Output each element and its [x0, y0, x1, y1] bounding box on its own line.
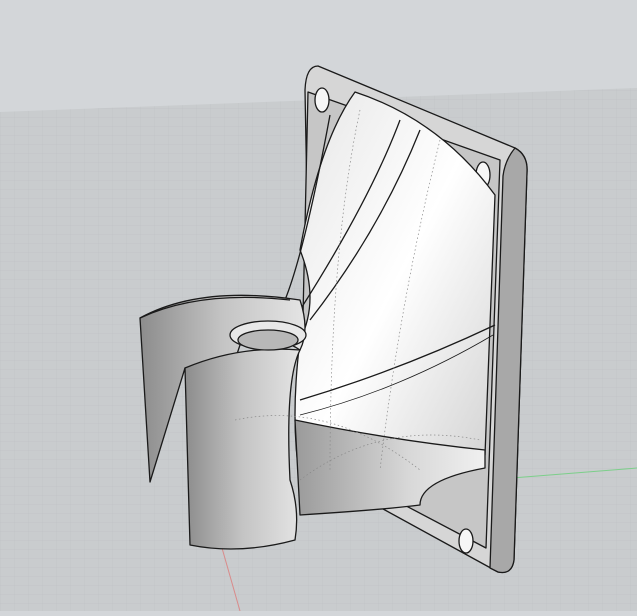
3d-viewport[interactable]	[0, 0, 637, 612]
mounting-hole	[314, 87, 330, 113]
mounting-hole	[458, 528, 474, 554]
viewport-canvas[interactable]	[0, 0, 637, 612]
